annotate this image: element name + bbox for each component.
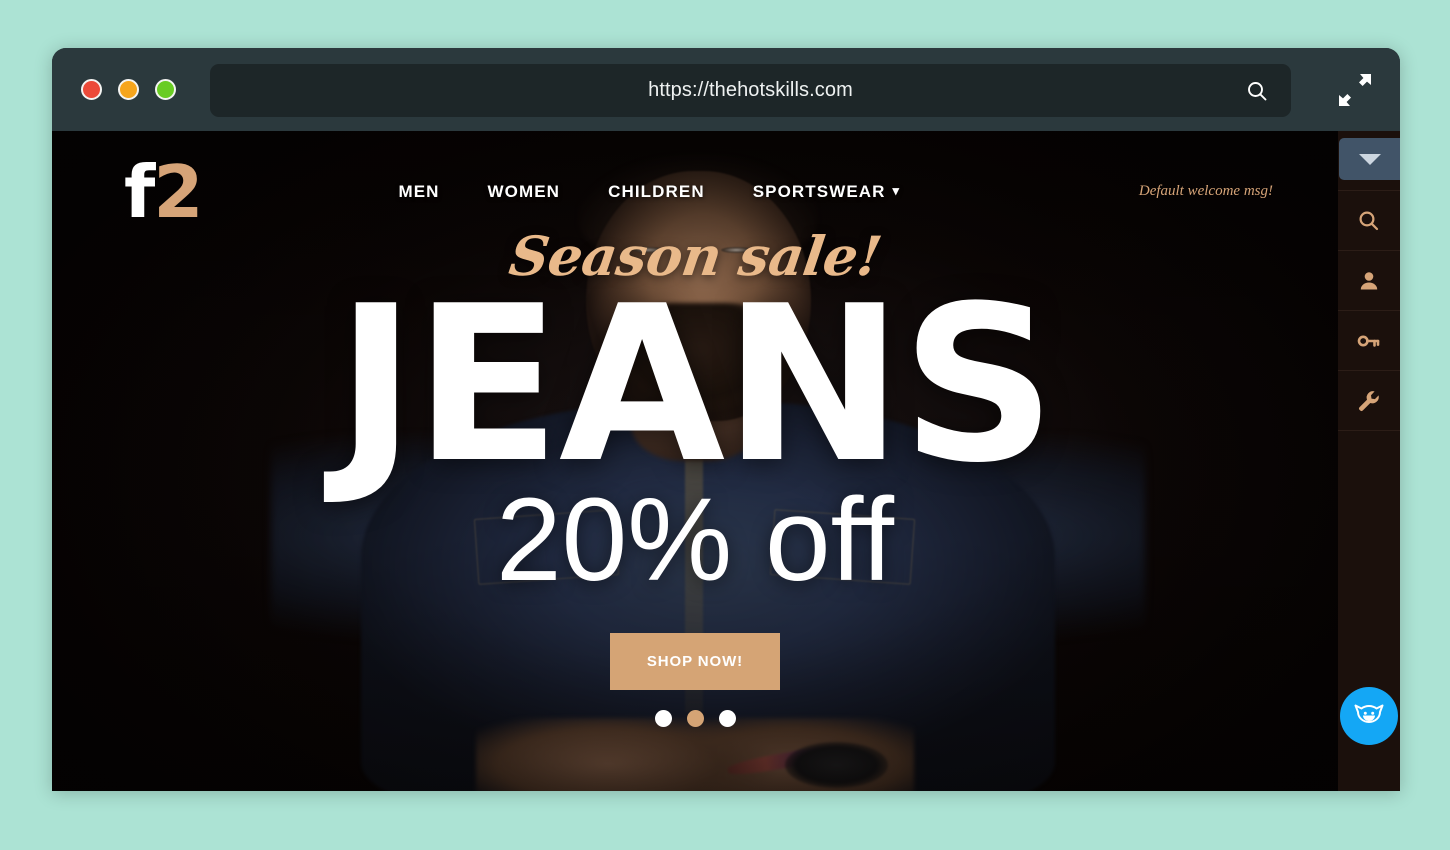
logo-letter-f: f (124, 150, 155, 234)
browser-title-bar: https://thehotskills.com (52, 48, 1400, 131)
main-navigation: MEN WOMEN CHILDREN SPORTSWEAR ▾ (398, 182, 900, 202)
hero-subtitle: 20% off (495, 474, 895, 607)
nav-item-sportswear-label: SPORTSWEAR (752, 182, 886, 201)
rail-dropdown-toggle[interactable] (1339, 138, 1400, 180)
key-icon (1357, 335, 1380, 347)
user-icon (1360, 271, 1378, 289)
maximize-window-button[interactable] (155, 79, 176, 100)
welcome-message: Default welcome msg! (1138, 183, 1273, 199)
site-header: f2 MEN WOMEN CHILDREN SPORTSWEAR ▾ Defaul… (52, 131, 1400, 253)
nav-item-children-label: CHILDREN (608, 182, 705, 201)
hero-title: JEANS (335, 259, 1056, 510)
rail-item-settings[interactable] (1338, 371, 1400, 431)
carousel-dot-3[interactable] (718, 710, 736, 728)
shop-now-button[interactable]: SHOP NOW! (610, 633, 780, 691)
window-controls (81, 79, 176, 100)
address-bar[interactable]: https://thehotskills.com (210, 64, 1291, 117)
chevron-down-icon: ▾ (892, 183, 901, 198)
site-logo[interactable]: f2 (124, 156, 203, 228)
minimize-window-button[interactable] (118, 79, 139, 100)
browser-window: https://thehotskills.com f2 MEN WOMEN CH… (52, 48, 1400, 791)
nav-item-sportswear[interactable]: SPORTSWEAR ▾ (753, 182, 900, 202)
chat-widget-button[interactable] (1340, 687, 1398, 745)
logo-digit-2: 2 (153, 150, 203, 234)
nav-item-women[interactable]: WOMEN (488, 182, 561, 202)
nav-item-children[interactable]: CHILDREN (608, 182, 705, 202)
rail-item-account[interactable] (1338, 251, 1400, 311)
address-bar-url: https://thehotskills.com (648, 79, 853, 101)
nav-item-women-label: WOMEN (487, 182, 561, 201)
nav-item-men[interactable]: MEN (398, 182, 439, 202)
chat-monster-icon (1354, 704, 1384, 723)
expand-arrows-icon[interactable] (1335, 70, 1375, 110)
rail-item-search[interactable] (1338, 191, 1400, 251)
chevron-down-icon (1358, 153, 1381, 165)
search-icon[interactable] (1241, 75, 1273, 107)
close-window-button[interactable] (81, 79, 102, 100)
carousel-pagination (654, 710, 736, 728)
page-viewport: f2 MEN WOMEN CHILDREN SPORTSWEAR ▾ Defaul… (52, 131, 1400, 791)
rail-item-login[interactable] (1338, 311, 1400, 371)
carousel-dot-1[interactable] (654, 710, 672, 728)
search-icon (1359, 210, 1379, 230)
carousel-dot-2[interactable] (686, 710, 704, 728)
nav-item-men-label: MEN (398, 182, 440, 201)
wrench-icon (1359, 390, 1379, 411)
side-icon-rail (1338, 131, 1400, 791)
